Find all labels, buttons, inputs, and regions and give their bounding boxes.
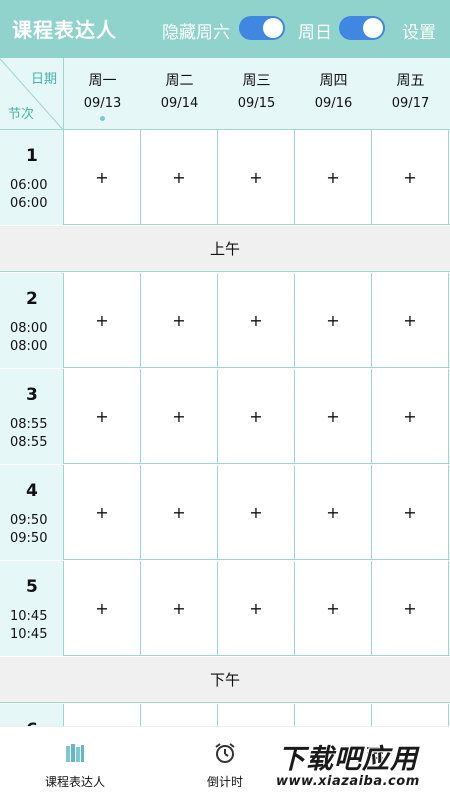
day-date: 09/14 <box>160 96 199 111</box>
period-start-time: 08:00 <box>10 321 48 336</box>
period-header: 6 <box>0 704 64 726</box>
period-start-time: 08:55 <box>10 417 48 432</box>
add-course-cell[interactable]: + <box>372 273 449 368</box>
sunday-label: 周日 <box>298 23 332 43</box>
add-course-cell[interactable]: + <box>372 561 449 656</box>
add-course-cell[interactable]: + <box>218 561 295 656</box>
add-course-cell[interactable]: + <box>372 465 449 560</box>
add-course-cell[interactable]: + <box>372 130 449 225</box>
timetable-grid: 日期 节次 周一 09/13 周二 09/14 周三 09/15 周四 09/16 周五 09/1… <box>0 58 450 726</box>
add-course-cell[interactable]: + <box>141 465 218 560</box>
date-header-row: 日期 节次 周一 09/13 周二 09/14 周三 09/15 周四 09/16 周五 09/1… <box>0 58 450 130</box>
period-row-5: 5 10:45 10:45 + + + + + <box>0 561 450 656</box>
period-header: 3 08:55 08:55 <box>0 369 64 464</box>
day-date: 09/13 <box>83 96 122 111</box>
add-course-cell[interactable]: + <box>218 273 295 368</box>
nav-label: 课程表达人 <box>44 775 105 789</box>
period-header: 1 06:00 06:00 <box>0 130 64 225</box>
app-header: 课程表达人 隐藏周六 周日 设置 <box>0 0 450 58</box>
add-course-cell[interactable]: + <box>141 561 218 656</box>
add-course-cell[interactable]: + <box>141 130 218 225</box>
period-end-time: 08:55 <box>10 435 48 450</box>
add-course-cell[interactable]: + <box>141 273 218 368</box>
add-course-cell[interactable]: + <box>372 369 449 464</box>
sunday-toggle[interactable] <box>339 16 385 40</box>
nav-item-timetable[interactable]: 课程表达人 <box>0 727 150 800</box>
day-name: 周二 <box>165 73 194 89</box>
period-header: 4 09:50 09:50 <box>0 465 64 560</box>
add-course-cell[interactable]: + <box>295 465 372 560</box>
day-name: 周一 <box>88 73 117 89</box>
period-number: 5 <box>26 577 38 597</box>
divider-afternoon: 下午 <box>0 657 450 703</box>
add-course-cell[interactable]: + <box>64 130 141 225</box>
day-name: 周四 <box>319 73 348 89</box>
day-name: 周三 <box>242 73 271 89</box>
day-name: 周五 <box>396 73 425 89</box>
day-header-4: 周四 09/16 <box>295 58 372 130</box>
period-end-time: 08:00 <box>10 339 48 354</box>
day-date: 09/15 <box>237 96 276 111</box>
add-course-cell[interactable]: + <box>295 273 372 368</box>
day-date: 09/17 <box>391 96 430 111</box>
add-course-cell[interactable]: + <box>141 369 218 464</box>
period-row-2: 2 08:00 08:00 + + + + + <box>0 273 450 368</box>
add-course-cell[interactable]: + <box>218 369 295 464</box>
app-title: 课程表达人 <box>12 18 117 42</box>
period-start-time: 10:45 <box>10 609 48 624</box>
add-course-cell[interactable]: + <box>64 704 141 726</box>
period-start-time: 06:00 <box>10 178 48 193</box>
period-row-4: 4 09:50 09:50 + + + + + <box>0 465 450 560</box>
add-course-cell[interactable]: + <box>218 704 295 726</box>
toggle-knob <box>363 18 383 38</box>
hide-saturday-toggle[interactable] <box>239 16 285 40</box>
period-start-time: 09:50 <box>10 513 48 528</box>
period-row-3: 3 08:55 08:55 + + + + + <box>0 369 450 464</box>
add-course-cell[interactable]: + <box>64 273 141 368</box>
period-number: 3 <box>26 385 38 405</box>
day-header-5: 周五 09/17 <box>372 58 449 130</box>
hide-saturday-label: 隐藏周六 <box>162 23 230 43</box>
day-date: 09/16 <box>314 96 353 111</box>
period-row-6: 6+++++ <box>0 704 450 726</box>
watermark-text: 下载吧应用 <box>278 744 418 775</box>
add-course-cell[interactable]: + <box>141 704 218 726</box>
period-number: 4 <box>26 481 38 501</box>
period-row-1: 1 06:00 06:00 + + + + + <box>0 130 450 225</box>
watermark-url: www.xiazaiba.com <box>276 774 420 789</box>
add-course-cell[interactable]: + <box>218 465 295 560</box>
toggle-knob <box>263 18 283 38</box>
corner-period-label: 节次 <box>8 107 35 122</box>
books-icon <box>66 744 84 762</box>
day-header-3: 周三 09/15 <box>218 58 295 130</box>
watermark: 下载吧应用 www.xiazaiba.com <box>270 737 448 797</box>
period-number: 2 <box>26 289 38 309</box>
period-header: 2 08:00 08:00 <box>0 273 64 368</box>
period-number: 1 <box>26 146 38 166</box>
period-end-time: 06:00 <box>10 196 48 211</box>
corner-cell: 日期 节次 <box>0 58 64 130</box>
day-header-2: 周二 09/14 <box>141 58 218 130</box>
add-course-cell[interactable]: + <box>64 561 141 656</box>
alarm-clock-icon <box>215 743 235 763</box>
add-course-cell[interactable]: + <box>64 369 141 464</box>
period-end-time: 09:50 <box>10 531 48 546</box>
period-header: 5 10:45 10:45 <box>0 561 64 656</box>
day-header-1: 周一 09/13 <box>64 58 141 130</box>
add-course-cell[interactable]: + <box>295 130 372 225</box>
add-course-cell[interactable]: + <box>295 561 372 656</box>
divider-morning: 上午 <box>0 226 450 272</box>
add-course-cell[interactable]: + <box>218 130 295 225</box>
period-end-time: 10:45 <box>10 627 48 642</box>
add-course-cell[interactable]: + <box>295 704 372 726</box>
add-course-cell[interactable]: + <box>295 369 372 464</box>
corner-date-label: 日期 <box>30 72 57 87</box>
add-course-cell[interactable]: + <box>372 704 449 726</box>
today-indicator <box>100 116 105 121</box>
add-course-cell[interactable]: + <box>64 465 141 560</box>
settings-button[interactable]: 设置 <box>402 18 436 43</box>
